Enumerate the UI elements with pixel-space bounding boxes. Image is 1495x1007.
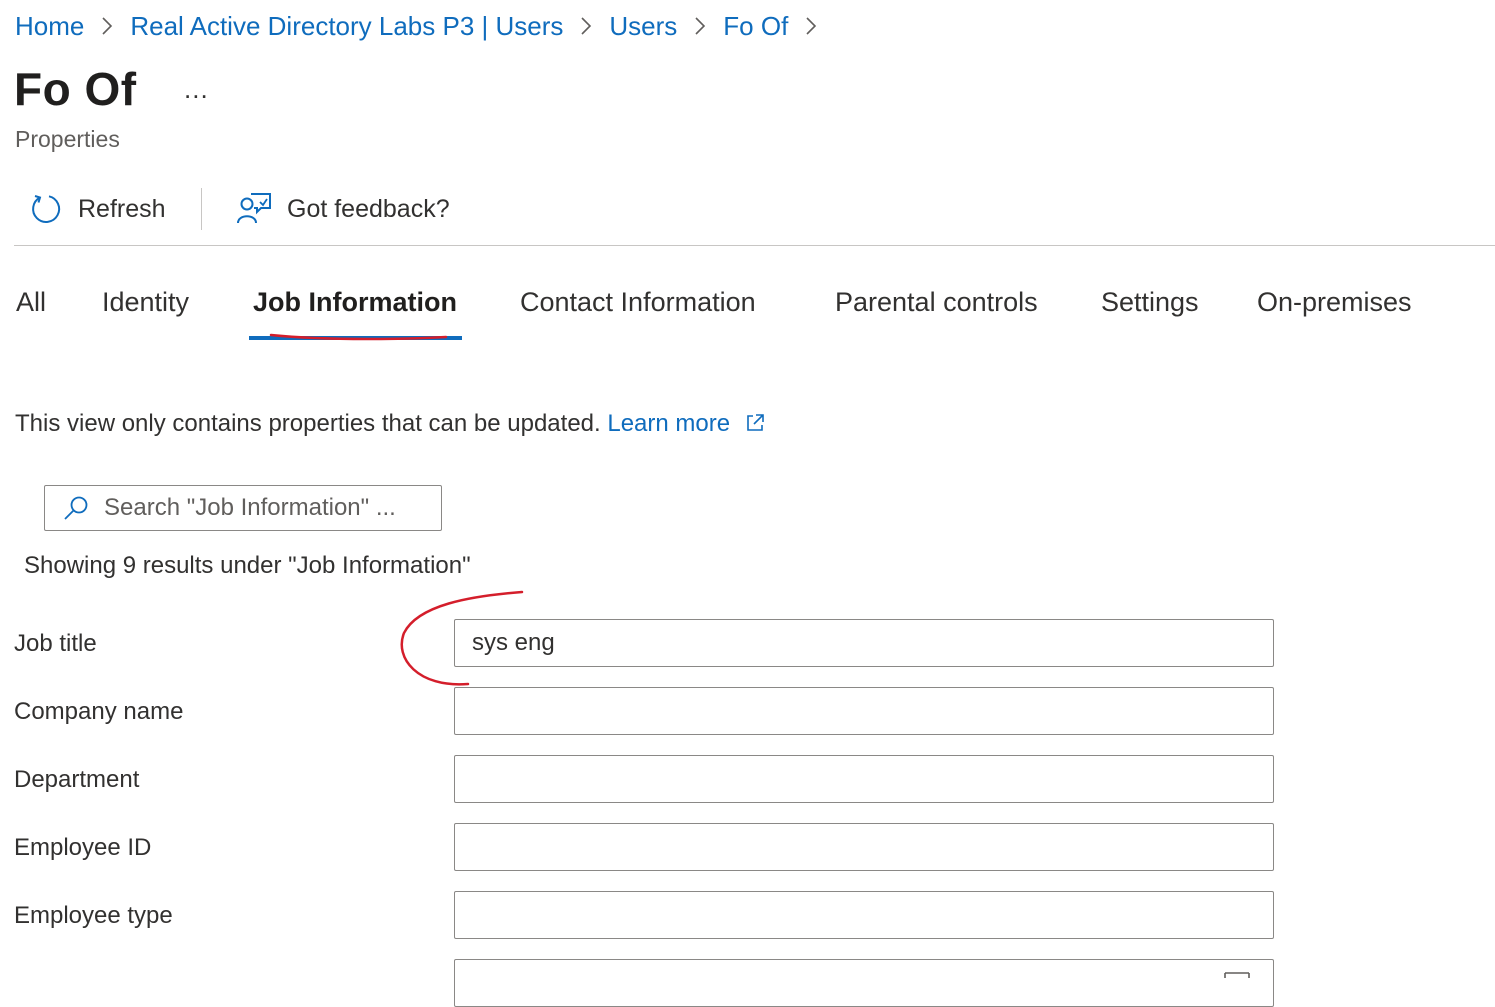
tab-on-premises[interactable]: On-premises: [1257, 287, 1412, 318]
employee-id-input[interactable]: [472, 833, 1252, 861]
external-link-icon: [745, 412, 765, 440]
company-name-label: Company name: [14, 698, 184, 725]
refresh-button[interactable]: Refresh: [29, 192, 166, 226]
toolbar-divider: [201, 188, 202, 230]
search-box[interactable]: [44, 485, 442, 531]
feedback-button[interactable]: Got feedback?: [236, 192, 450, 226]
breadcrumb-users[interactable]: Users: [609, 11, 677, 42]
job-title-field[interactable]: [454, 619, 1274, 667]
employee-type-label: Employee type: [14, 902, 173, 929]
info-text: This view only contains properties that …: [15, 410, 601, 437]
tab-all[interactable]: All: [16, 287, 46, 318]
tab-parental-controls[interactable]: Parental controls: [835, 287, 1038, 318]
department-label: Department: [14, 766, 140, 793]
tab-settings[interactable]: Settings: [1101, 287, 1199, 318]
page-title: Fo Of: [14, 63, 137, 115]
toolbar-separator: [14, 245, 1495, 246]
chevron-right-icon: [677, 17, 723, 35]
search-input[interactable]: [104, 494, 424, 522]
company-name-input[interactable]: [472, 697, 1252, 725]
breadcrumb-home[interactable]: Home: [15, 11, 84, 42]
tab-job-information[interactable]: Job Information: [253, 287, 457, 318]
search-icon: [62, 494, 90, 522]
results-count: Showing 9 results under "Job Information…: [24, 552, 471, 579]
feedback-icon: [236, 192, 272, 226]
learn-more-link[interactable]: Learn more: [607, 410, 764, 437]
breadcrumb: Home Real Active Directory Labs P3 | Use…: [15, 6, 834, 46]
job-title-label: Job title: [14, 630, 97, 657]
employee-id-label: Employee ID: [14, 834, 152, 861]
employee-type-field[interactable]: [454, 891, 1274, 939]
department-input[interactable]: [472, 765, 1252, 793]
learn-more-label: Learn more: [607, 410, 731, 437]
info-text-line: This view only contains properties that …: [15, 410, 765, 440]
refresh-icon: [29, 192, 63, 226]
chevron-right-icon: [788, 17, 834, 35]
breadcrumb-tenant-users[interactable]: Real Active Directory Labs P3 | Users: [130, 11, 563, 42]
chevron-right-icon: [563, 17, 609, 35]
tab-contact-information[interactable]: Contact Information: [520, 287, 756, 318]
feedback-label: Got feedback?: [287, 194, 450, 223]
calendar-icon: [1223, 966, 1251, 984]
department-field[interactable]: [454, 755, 1274, 803]
date-field[interactable]: [454, 959, 1274, 1007]
employee-type-input[interactable]: [472, 901, 1252, 929]
page-subtitle: Properties: [15, 126, 120, 152]
job-title-input[interactable]: [472, 629, 1252, 657]
tab-identity[interactable]: Identity: [102, 287, 189, 318]
employee-id-field[interactable]: [454, 823, 1274, 871]
company-name-field[interactable]: [454, 687, 1274, 735]
chevron-right-icon: [84, 17, 130, 35]
breadcrumb-user[interactable]: Fo Of: [723, 11, 788, 42]
active-tab-indicator: [249, 336, 462, 340]
more-options-button[interactable]: ...: [184, 74, 209, 105]
refresh-label: Refresh: [78, 194, 166, 223]
